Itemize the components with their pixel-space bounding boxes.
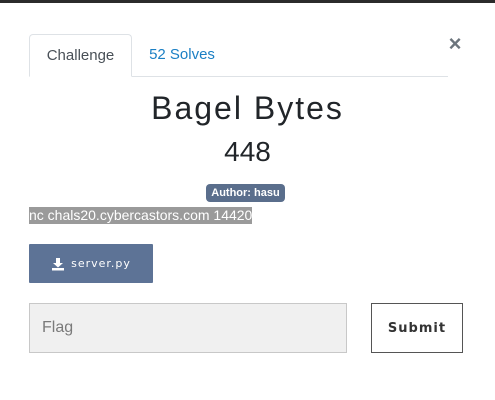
connection-command: nc chals20.cybercastors.com 14420 [29, 207, 253, 224]
author-badge: Author: hasu [206, 184, 285, 202]
tab-challenge[interactable]: Challenge [29, 34, 132, 77]
close-button[interactable]: × [446, 33, 464, 55]
background-strip [0, 0, 495, 3]
file-name-label: server.py [71, 257, 131, 270]
download-icon [52, 257, 65, 270]
flag-input[interactable] [29, 303, 347, 353]
challenge-points: 448 [224, 136, 271, 167]
download-file-button[interactable]: server.py [29, 244, 153, 283]
challenge-tabs: Challenge 52 Solves [29, 34, 448, 77]
challenge-title: Bagel Bytes [151, 90, 344, 126]
submit-button[interactable]: Submit [371, 303, 463, 353]
tab-solves[interactable]: 52 Solves [141, 34, 223, 75]
